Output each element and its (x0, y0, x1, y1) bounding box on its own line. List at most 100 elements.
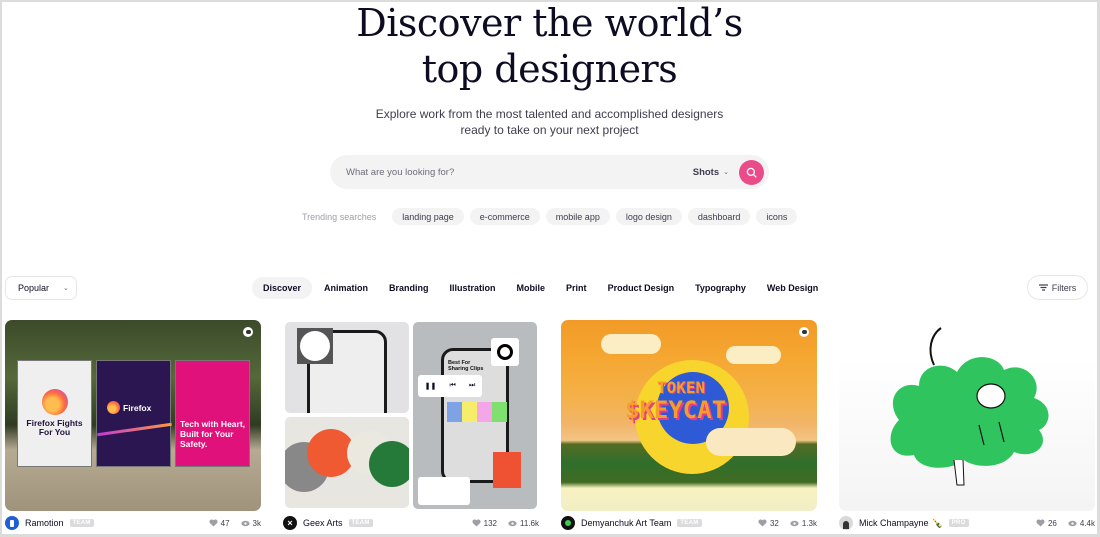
sort-dropdown[interactable]: Popular ⌄ (5, 276, 77, 300)
poster-swoosh (97, 422, 172, 437)
avatar[interactable]: × (283, 516, 297, 530)
subtitle-line-2: ready to take on your next project (460, 123, 639, 137)
shot-card[interactable]: Firefox Fights For You Firefox Tech with… (5, 320, 261, 530)
trending-chip[interactable]: landing page (392, 208, 464, 225)
hero: Discover the world’s top designers Explo… (2, 0, 1097, 138)
subtitle-line-1: Explore work from the most talented and … (375, 107, 724, 121)
avatar[interactable] (561, 516, 575, 530)
ring-widget (491, 338, 519, 366)
tab-web-design[interactable]: Web Design (759, 277, 826, 299)
team-shot-icon (243, 327, 253, 337)
tab-product-design[interactable]: Product Design (600, 277, 683, 299)
color-cards (447, 402, 507, 422)
shot-meta: Ramotion TEAM 47 3k (5, 516, 261, 530)
shot-stats: 132 11.6k (472, 519, 539, 528)
page-title: Discover the world’s top designers (2, 0, 1097, 92)
trending-chip[interactable]: mobile app (545, 208, 610, 225)
tab-print[interactable]: Print (558, 277, 595, 299)
views-count: 1.3k (801, 518, 817, 528)
poster-text: Tech with Heart, Built for Your Safety. (180, 419, 246, 449)
filters-button[interactable]: Filters (1027, 275, 1088, 300)
heart-icon[interactable] (758, 519, 767, 527)
team-badge[interactable]: TEAM (69, 519, 94, 527)
firefox-logo-icon (107, 401, 120, 414)
heart-icon[interactable] (472, 519, 481, 527)
shot-thumbnail[interactable]: Firefox Fights For You Firefox Tech with… (5, 320, 261, 511)
poster-text: Firefox Fights For You (26, 418, 83, 437)
swatches (418, 477, 470, 505)
shot-card[interactable]: TOKEN $KEYCAT Demyanchuk Art Team TEAM 3… (561, 320, 817, 530)
firefox-logo-icon (42, 389, 68, 415)
media-controls: ❚❚ ⏮ ⏭ (418, 375, 482, 397)
sort-selected-label: Popular (18, 283, 50, 293)
page-subtitle: Explore work from the most talented and … (2, 106, 1097, 138)
poster-tech-with-heart: Tech with Heart, Built for Your Safety. (175, 360, 250, 467)
tab-mobile[interactable]: Mobile (509, 277, 554, 299)
likes-count: 32 (769, 518, 779, 528)
prev-icon: ⏮ (449, 382, 456, 389)
trending-chip[interactable]: icons (756, 208, 798, 225)
avatar[interactable] (5, 516, 19, 530)
shot-stats: 47 3k (209, 519, 261, 528)
heart-icon[interactable] (209, 519, 218, 527)
chevron-down-icon: ⌄ (723, 169, 729, 176)
shot-card[interactable]: Best For Sharing Clips ❚❚ ⏮ ⏭ × Geex Arts … (283, 320, 539, 530)
shot-thumbnail[interactable]: TOKEN $KEYCAT (561, 320, 817, 511)
mockup-panel-phone-clips: Best For Sharing Clips ❚❚ ⏮ ⏭ (413, 322, 537, 509)
author-name[interactable]: Ramotion (25, 518, 64, 528)
clock-widget (297, 328, 333, 364)
likes-count: 132 (483, 518, 498, 528)
views-count: 11.6k (520, 518, 539, 528)
trending-chip[interactable]: e-commerce (469, 208, 540, 225)
heart-icon[interactable] (1036, 519, 1045, 527)
eye-icon (790, 520, 799, 526)
phone-text: Best For Sharing Clips (448, 360, 484, 372)
tab-animation[interactable]: Animation (316, 277, 376, 299)
shot-meta: Mick Champayne 🍾 PRO 26 4.4k (839, 516, 1095, 530)
mockup-panel-coasters (285, 417, 409, 508)
shot-thumbnail[interactable] (839, 320, 1095, 511)
eye-icon (1068, 520, 1077, 526)
quick-card (493, 452, 521, 488)
search-bar: Shots ⌄ (330, 155, 769, 189)
poster-firefox: Firefox (96, 360, 172, 467)
search-scope-dropdown[interactable]: Shots ⌄ (693, 167, 729, 178)
tab-branding[interactable]: Branding (381, 277, 437, 299)
art-title-keycat: $KEYCAT (625, 396, 727, 424)
tab-discover[interactable]: Discover (252, 277, 313, 299)
shot-card[interactable]: Mick Champayne 🍾 PRO 26 4.4k (839, 320, 1095, 530)
trending-chip[interactable]: dashboard (687, 208, 751, 225)
dog-bush-illustration (890, 327, 1049, 486)
art-title-token: TOKEN (657, 378, 706, 397)
shot-stats: 26 4.4k (1036, 519, 1095, 528)
tab-typography[interactable]: Typography (687, 277, 754, 299)
avatar[interactable] (839, 516, 853, 530)
shot-meta: × Geex Arts TEAM 132 11.6k (283, 516, 539, 530)
champagne-emoji: 🍾 (931, 517, 943, 528)
next-icon: ⏭ (469, 382, 476, 389)
tab-illustration[interactable]: Illustration (442, 277, 504, 299)
filter-icon (1038, 284, 1048, 291)
author-name[interactable]: Geex Arts (303, 518, 343, 528)
author-name[interactable]: Mick Champayne (859, 518, 929, 528)
search-scope-label: Shots (692, 166, 720, 178)
search-button[interactable] (739, 159, 764, 185)
shot-thumbnail[interactable]: Best For Sharing Clips ❚❚ ⏮ ⏭ (283, 320, 539, 511)
title-line-1: Discover the world’s (356, 1, 743, 45)
search-input[interactable] (330, 166, 693, 178)
poster-firefox-fights: Firefox Fights For You (17, 360, 92, 467)
trending-chip[interactable]: logo design (615, 208, 682, 225)
team-badge[interactable]: TEAM (677, 519, 702, 527)
title-line-2: top designers (421, 47, 678, 91)
chevron-down-icon: ⌄ (63, 285, 69, 292)
views-count: 4.4k (1079, 518, 1095, 528)
search-icon (746, 167, 757, 178)
eye-icon (240, 520, 250, 526)
shot-meta: Demyanchuk Art Team TEAM 32 1.3k (561, 516, 817, 530)
likes-count: 26 (1047, 518, 1057, 528)
category-tabs: Discover Animation Branding Illustration… (252, 277, 826, 299)
pause-icon: ❚❚ (424, 383, 437, 390)
team-badge[interactable]: TEAM (348, 519, 373, 527)
author-name[interactable]: Demyanchuk Art Team (581, 518, 671, 528)
pro-badge[interactable]: PRO (948, 519, 969, 527)
